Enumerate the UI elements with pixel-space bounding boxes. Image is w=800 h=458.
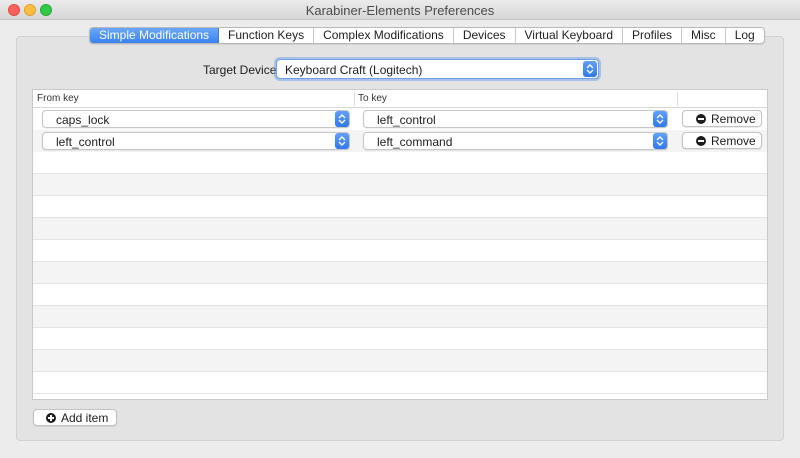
- tab-devices[interactable]: Devices: [454, 28, 516, 43]
- minus-circle-icon: [696, 114, 706, 124]
- remove-button-label: Remove: [711, 134, 756, 148]
- empty-row: [33, 218, 767, 240]
- from-key-select[interactable]: caps_lock: [42, 110, 350, 128]
- remove-button[interactable]: Remove: [682, 132, 762, 149]
- up-down-chevron-icon: [583, 61, 597, 77]
- table-row: left_control left_command Remove: [33, 130, 767, 152]
- tab-simple-modifications[interactable]: Simple Modifications: [90, 28, 220, 43]
- to-key-value: left_command: [377, 135, 453, 149]
- empty-row: [33, 284, 767, 306]
- title-bar: Karabiner-Elements Preferences: [0, 0, 800, 20]
- empty-row: [33, 262, 767, 284]
- up-down-chevron-icon: [335, 111, 349, 127]
- target-device-label: Target Device:: [203, 63, 280, 77]
- tab-function-keys[interactable]: Function Keys: [219, 28, 315, 43]
- empty-row: [33, 372, 767, 394]
- empty-row: [33, 240, 767, 262]
- mappings-table: From key To key caps_lock left_control R…: [32, 89, 768, 400]
- up-down-chevron-icon: [335, 133, 349, 149]
- to-key-value: left_control: [377, 113, 436, 127]
- remove-button[interactable]: Remove: [682, 110, 762, 127]
- tab-bar: Simple Modifications Function Keys Compl…: [89, 27, 765, 44]
- column-header-from-key: From key: [37, 93, 79, 104]
- column-divider: [677, 92, 678, 106]
- remove-button-label: Remove: [711, 112, 756, 126]
- column-header-to-key: To key: [358, 93, 387, 104]
- tab-log[interactable]: Log: [726, 28, 764, 43]
- add-item-label: Add item: [61, 411, 109, 425]
- empty-row: [33, 350, 767, 372]
- from-key-value: left_control: [56, 135, 115, 149]
- empty-row: [33, 328, 767, 350]
- empty-row: [33, 196, 767, 218]
- tab-virtual-keyboard[interactable]: Virtual Keyboard: [516, 28, 623, 43]
- tab-profiles[interactable]: Profiles: [623, 28, 683, 43]
- up-down-chevron-icon: [653, 111, 667, 127]
- from-key-select[interactable]: left_control: [42, 132, 350, 150]
- tab-complex-modifications[interactable]: Complex Modifications: [314, 28, 454, 43]
- add-item-button[interactable]: Add item: [33, 409, 117, 426]
- tab-misc[interactable]: Misc: [682, 28, 726, 43]
- empty-row: [33, 152, 767, 174]
- target-device-select[interactable]: Keyboard Craft (Logitech): [276, 59, 599, 79]
- empty-row: [33, 174, 767, 196]
- target-device-value: Keyboard Craft (Logitech): [285, 63, 423, 77]
- up-down-chevron-icon: [653, 133, 667, 149]
- table-header: From key To key: [33, 90, 767, 108]
- window-title: Karabiner-Elements Preferences: [305, 3, 495, 18]
- minus-circle-icon: [696, 136, 706, 146]
- from-key-value: caps_lock: [56, 113, 110, 127]
- plus-circle-icon: [46, 413, 56, 423]
- column-divider: [354, 92, 355, 106]
- empty-row: [33, 306, 767, 328]
- table-row: caps_lock left_control Remove: [33, 108, 767, 130]
- to-key-select[interactable]: left_command: [363, 132, 668, 150]
- to-key-select[interactable]: left_control: [363, 110, 668, 128]
